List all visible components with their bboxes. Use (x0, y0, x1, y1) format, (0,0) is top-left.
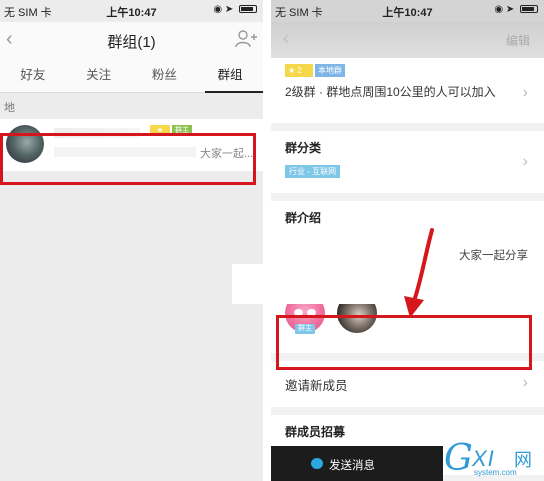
highlight-box (0, 133, 256, 185)
chat-bubble-icon (311, 458, 323, 469)
chevron-right-icon: › (522, 153, 528, 170)
watermark-domain: system.com (474, 468, 517, 477)
panel-divider (263, 0, 271, 481)
chevron-right-icon: › (522, 374, 528, 391)
invite-members-label: 邀请新成员 (285, 379, 348, 393)
status-icons: ◉ ➤ (494, 4, 538, 15)
chevron-right-icon: › (522, 84, 528, 101)
occlusion-block (232, 264, 384, 304)
group-category-section[interactable]: 群分类 行业 - 互联网 › (271, 131, 544, 193)
status-icons: ◉ ➤ (213, 4, 257, 15)
section-label: 地 (4, 102, 15, 114)
local-group-tag: 本地群 (315, 64, 345, 77)
intro-title: 群介绍 (285, 211, 322, 225)
level-description: 2级群 · 群地点周围10公里的人可以加入 (285, 85, 496, 99)
tab-friends[interactable]: 好友 (0, 58, 66, 92)
nav-bar: ‹ 编辑 (271, 22, 544, 58)
battery-icon (520, 5, 538, 14)
group-list-screen: 无 SIM 卡 上午10:47 ◉ ➤ ‹ 群组(1) 好友 关注 粉丝 群组 … (0, 0, 263, 481)
highlight-box (276, 315, 532, 370)
tab-fans[interactable]: 粉丝 (132, 58, 198, 92)
status-bar: 无 SIM 卡 上午10:47 ◉ ➤ (271, 0, 544, 22)
category-tag: 行业 - 互联网 (285, 165, 341, 178)
status-bar: 无 SIM 卡 上午10:47 ◉ ➤ (0, 0, 263, 22)
add-user-icon[interactable] (235, 28, 257, 50)
page-title: 群组(1) (107, 34, 156, 51)
send-message-button[interactable]: 发送消息 (271, 446, 443, 481)
back-icon[interactable]: ‹ (283, 28, 289, 49)
level-tag: ★ 2 (285, 64, 313, 77)
intro-text-line1: 大家一起分享 (459, 250, 528, 262)
tab-bar: 好友 关注 粉丝 群组 (0, 58, 263, 93)
edit-button[interactable]: 编辑 (506, 32, 530, 49)
watermark-g: G (444, 438, 473, 479)
annotation-arrow-icon (404, 228, 434, 318)
send-message-label: 发送消息 (329, 460, 375, 472)
group-level-section[interactable]: ★ 2 本地群 2级群 · 群地点周围10公里的人可以加入 › (271, 58, 544, 123)
battery-icon (239, 5, 257, 14)
category-title: 群分类 (285, 141, 322, 155)
recruit-title: 群成员招募 (285, 425, 346, 439)
tab-groups[interactable]: 群组 (197, 58, 263, 93)
tab-following[interactable]: 关注 (66, 58, 132, 92)
site-watermark: G XI 网 system.com (436, 438, 544, 481)
nav-bar: ‹ 群组(1) (0, 22, 263, 58)
